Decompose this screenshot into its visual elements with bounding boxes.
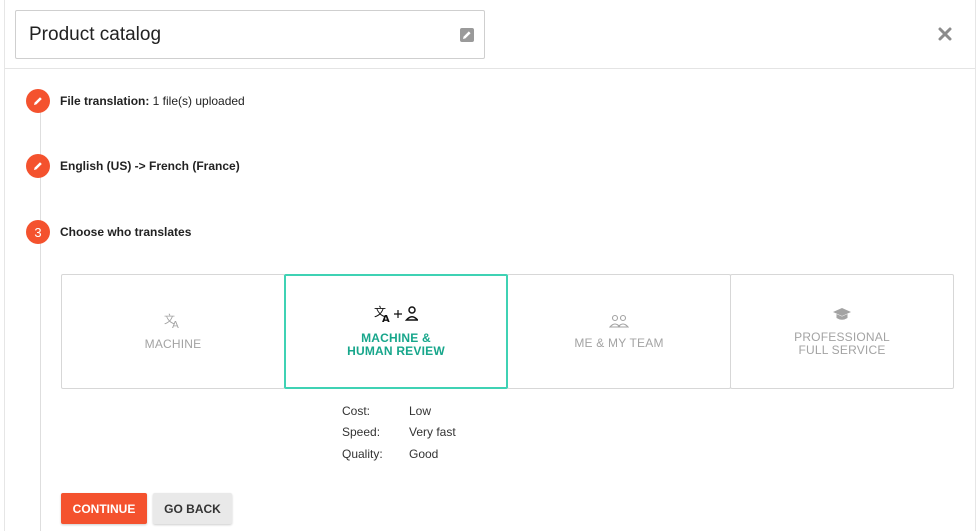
step-file-translation[interactable]: File translation: 1 file(s) uploaded: [26, 89, 245, 113]
close-icon[interactable]: [937, 26, 953, 42]
continue-button[interactable]: CONTINUE: [61, 493, 147, 524]
go-back-button[interactable]: GO BACK: [153, 493, 232, 524]
graduation-cap-icon: [832, 307, 852, 327]
title-field[interactable]: Product catalog: [15, 10, 485, 59]
option-professional-full-service[interactable]: PROFESSIONAL FULL SERVICE: [730, 274, 954, 389]
detail-row-cost: Cost: Low: [342, 403, 432, 418]
option-label: ME & MY TEAM: [574, 335, 664, 350]
translator-options: 文 A MACHINE 文 A MACHINE & HUMAN REVIEW M…: [61, 274, 954, 389]
step-label: Choose who translates: [60, 225, 192, 239]
option-machine-human-review[interactable]: 文 A MACHINE & HUMAN REVIEW: [284, 274, 508, 389]
pencil-icon: [26, 154, 50, 178]
option-label: MACHINE: [144, 336, 202, 351]
svg-text:A: A: [382, 314, 390, 323]
step-languages[interactable]: English (US) -> French (France): [26, 154, 240, 178]
svg-text:A: A: [172, 320, 179, 329]
translate-icon: 文 A: [164, 312, 182, 334]
option-machine[interactable]: 文 A MACHINE: [61, 274, 285, 389]
translate-plus-person-icon: 文 A: [374, 304, 420, 328]
step-number: 3: [26, 220, 50, 244]
modal-header: Product catalog: [5, 0, 975, 69]
people-icon: [608, 314, 630, 333]
option-details: Cost: Low Speed: Very fast Quality: Good: [342, 400, 456, 465]
edit-icon[interactable]: [460, 28, 474, 42]
step-label: English (US) -> French (France): [60, 159, 240, 173]
detail-row-quality: Quality: Good: [342, 446, 439, 461]
option-label: PROFESSIONAL FULL SERVICE: [794, 329, 890, 357]
option-label: MACHINE & HUMAN REVIEW: [347, 331, 445, 358]
detail-row-speed: Speed: Very fast: [342, 425, 456, 440]
translation-modal: Product catalog File translation: 1 file…: [4, 0, 976, 531]
step-label: File translation: 1 file(s) uploaded: [60, 94, 245, 108]
title-text: Product catalog: [29, 23, 162, 45]
pencil-icon: [26, 89, 50, 113]
option-me-and-my-team[interactable]: ME & MY TEAM: [507, 274, 731, 389]
step-choose-translator: 3 Choose who translates: [26, 220, 191, 244]
